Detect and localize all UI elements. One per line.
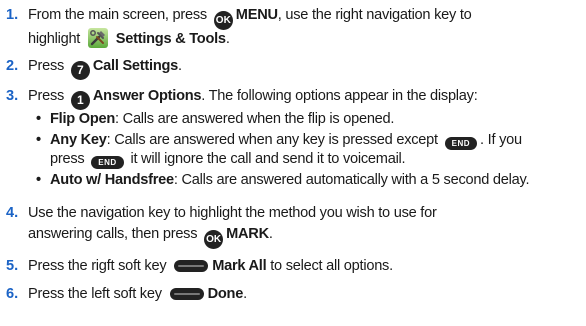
settings-tools-label: Settings & Tools [115, 31, 226, 47]
step-number: 3. [6, 88, 19, 104]
step-1-line-1: From the main screen, press OK MENU, use … [28, 6, 580, 30]
step-2: 2. Press 7 Call Settings. [0, 57, 586, 80]
option-name: Auto w/ Handsfree [50, 172, 174, 188]
ok-key-icon: OK [204, 230, 224, 249]
end-key-icon: END [444, 137, 478, 150]
option-any-key: • Any Key: Calls are answered when any k… [36, 132, 522, 169]
mark-all-label: Mark All [212, 258, 267, 274]
option-name: Any Key [50, 132, 107, 148]
step-number: 6. [6, 286, 19, 302]
instruction-page: 1. From the main screen, press OK MENU, u… [0, 0, 586, 326]
step-number: 5. [6, 258, 19, 274]
step-6: 6. Press the left soft key Done. [6, 286, 247, 302]
step-1-line-2: highlight Settings & Tools. [28, 28, 580, 48]
step-5: 5. Press the rigft soft key Mark All to … [6, 258, 393, 274]
call-settings-label: Call Settings [92, 58, 179, 74]
right-softkey-icon [174, 260, 209, 272]
step-4: 4. Use the navigation key to highlight t… [0, 204, 586, 249]
menu-label: MENU [235, 7, 278, 23]
key-7-icon: 7 [70, 61, 90, 80]
step-3: 3. Press 1 Answer Options. The following … [0, 87, 586, 197]
answer-options-label: Answer Options [92, 88, 202, 104]
step-number: 2. [6, 58, 19, 74]
step-1: 1. From the main screen, press OK MENU, u… [0, 6, 586, 48]
key-1-icon: 1 [70, 91, 90, 110]
left-softkey-icon [169, 288, 204, 300]
settings-tools-icon [87, 28, 108, 48]
end-key-icon: END [91, 156, 124, 169]
option-auto-handsfree: • Auto w/ Handsfree: Calls are answered … [36, 172, 530, 188]
step-number: 1. [6, 7, 19, 23]
option-name: Flip Open [50, 111, 116, 127]
step-number: 4. [6, 205, 19, 221]
mark-label: MARK [226, 226, 269, 242]
done-label: Done [207, 286, 244, 302]
option-flip-open: • Flip Open: Calls are answered when the… [36, 111, 395, 127]
